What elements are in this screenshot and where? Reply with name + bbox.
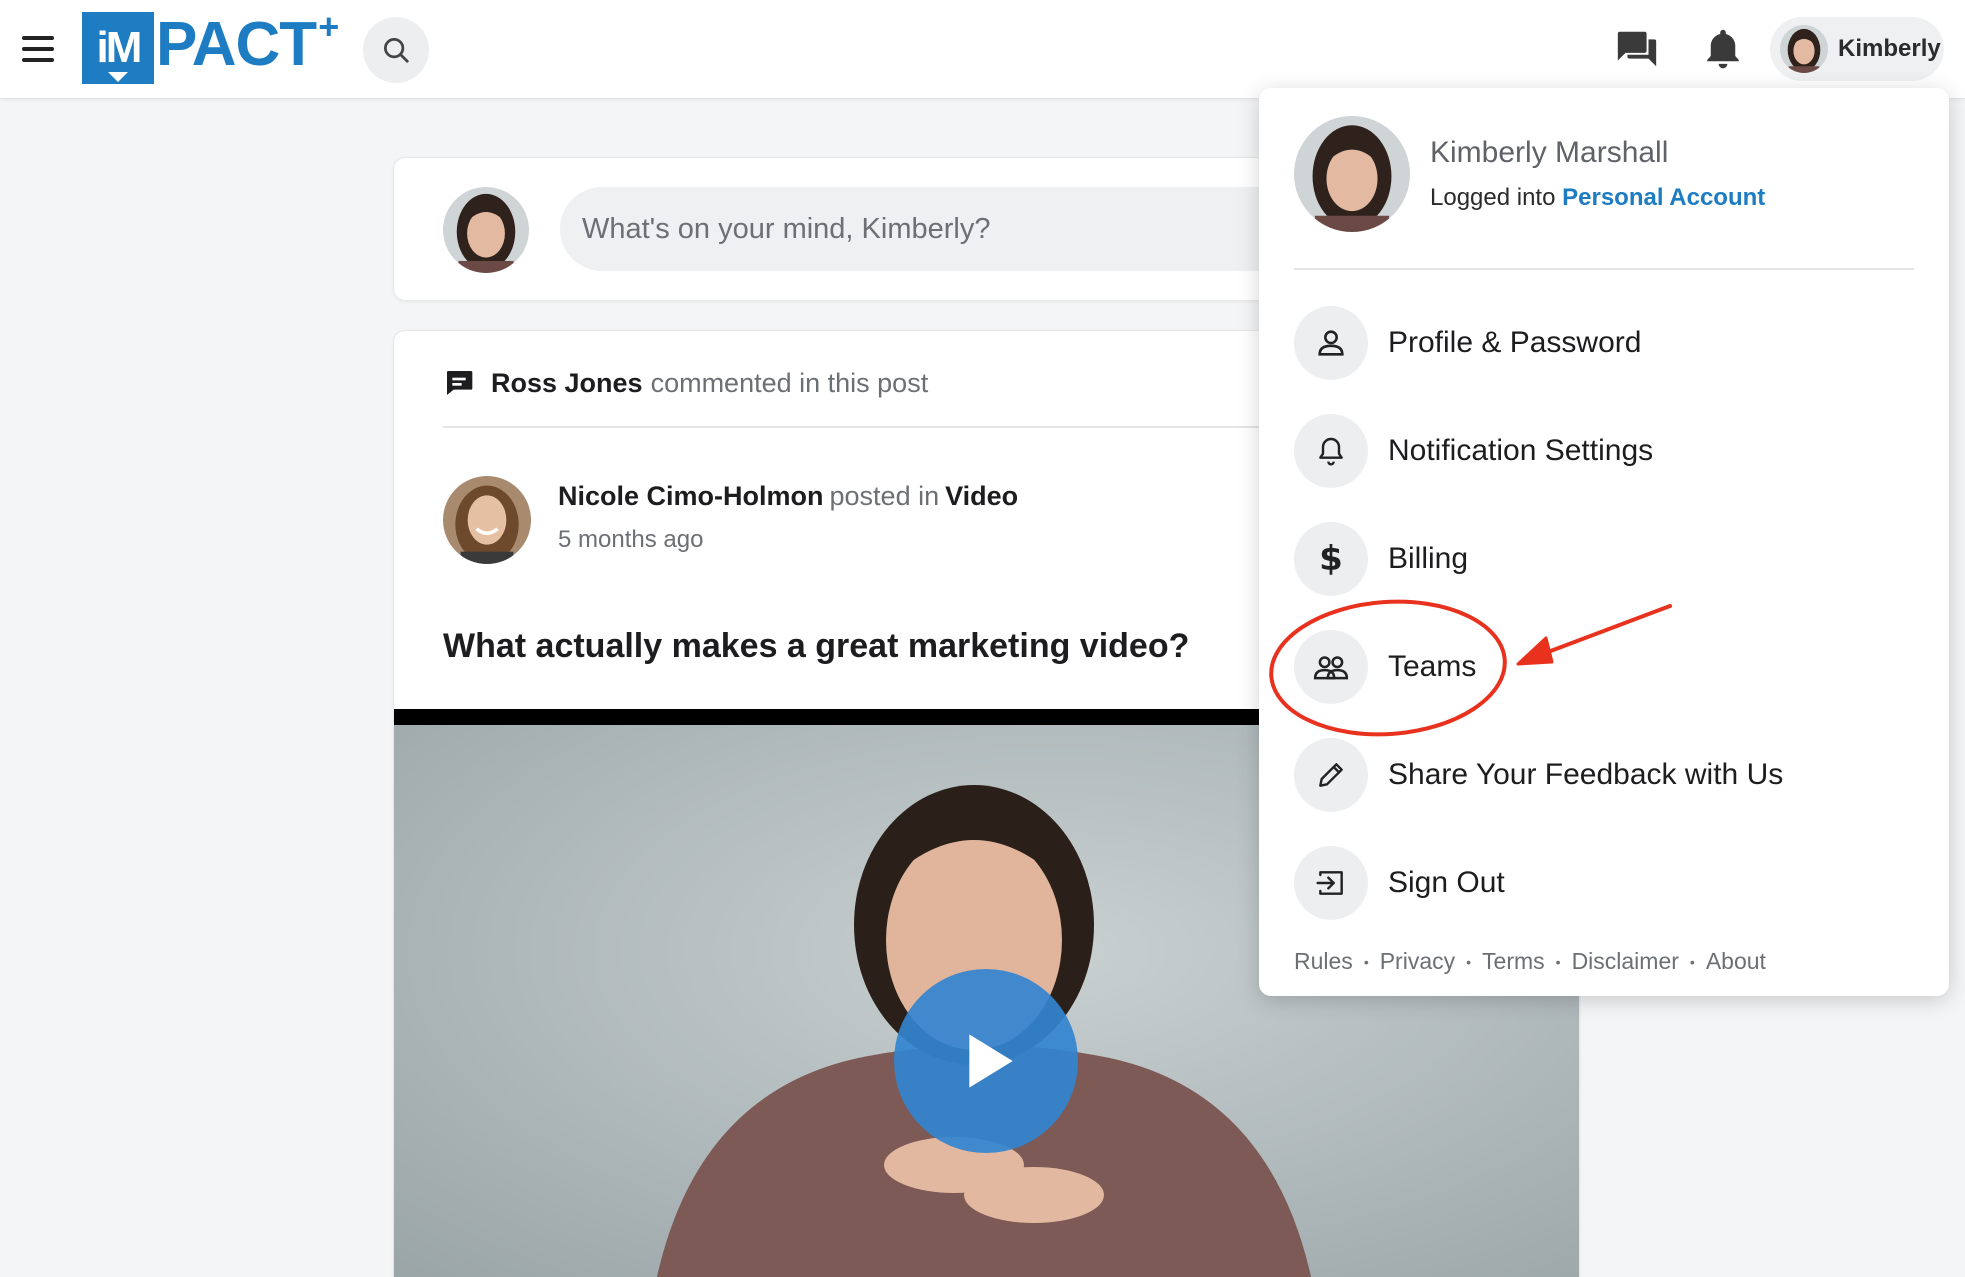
footer-link-terms[interactable]: Terms	[1482, 948, 1545, 975]
menu-item-billing[interactable]: $ Billing	[1294, 522, 1468, 596]
search-icon	[384, 38, 409, 63]
messages-button[interactable]	[1614, 26, 1660, 72]
post-timestamp[interactable]: 5 months ago	[558, 526, 703, 554]
menu-item-label: Sign Out	[1388, 866, 1505, 899]
activity-line: Ross Jones commented in this post	[443, 367, 928, 399]
pencil-icon	[1319, 763, 1343, 787]
feedback-icon-circle	[1294, 738, 1368, 812]
account-link[interactable]: Personal Account	[1562, 184, 1765, 211]
separator-dot: •	[1363, 953, 1369, 970]
footer-link-privacy[interactable]: Privacy	[1380, 948, 1455, 975]
bell-icon	[1707, 29, 1739, 69]
chat-icon	[1617, 31, 1657, 67]
sign-out-icon	[1316, 871, 1343, 895]
logo-wordmark: PACT	[156, 10, 317, 79]
footer-link-about[interactable]: About	[1706, 948, 1766, 975]
profile-icon-circle	[1294, 306, 1368, 380]
composer-avatar	[443, 187, 529, 273]
status-placeholder: What's on your mind, Kimberly?	[582, 212, 991, 245]
user-name: Kimberly	[1838, 35, 1941, 62]
user-avatar	[1780, 25, 1828, 73]
logged-into-text: Logged into	[1430, 184, 1556, 211]
top-bar: iM PACT + Kimberly	[0, 0, 1965, 99]
notifications-button[interactable]	[1702, 26, 1744, 72]
footer-link-rules[interactable]: Rules	[1294, 948, 1353, 975]
menu-item-label: Teams	[1388, 650, 1477, 683]
author-line: Nicole Cimo-Holmon posted in Video	[558, 481, 1018, 512]
dollar-icon: $	[1319, 539, 1343, 579]
activity-actor[interactable]: Ross Jones	[491, 368, 643, 399]
notification-icon-circle	[1294, 414, 1368, 488]
menu-item-sign-out[interactable]: Sign Out	[1294, 846, 1505, 920]
hamburger-menu-icon[interactable]	[20, 34, 58, 64]
posted-in-text: posted in	[829, 481, 940, 511]
footer-link-disclaimer[interactable]: Disclaimer	[1572, 948, 1679, 975]
menu-item-notification-settings[interactable]: Notification Settings	[1294, 414, 1653, 488]
menu-avatar	[1294, 116, 1410, 232]
billing-icon-circle: $	[1294, 522, 1368, 596]
bell-outline-icon	[1319, 437, 1343, 466]
menu-item-share-feedback[interactable]: Share Your Feedback with Us	[1294, 738, 1783, 812]
menu-item-label: Billing	[1388, 542, 1469, 575]
logo-mark: iM	[82, 12, 154, 84]
menu-item-teams[interactable]: Teams	[1294, 630, 1476, 704]
separator-dot: •	[1689, 953, 1695, 970]
author-name[interactable]: Nicole Cimo-Holmon	[558, 481, 824, 511]
separator-dot: •	[1555, 953, 1561, 970]
activity-verb: commented in this post	[650, 367, 929, 398]
comment-icon	[447, 371, 473, 395]
menu-item-label: Profile & Password	[1388, 326, 1642, 359]
sign-out-icon-circle	[1294, 846, 1368, 920]
teams-icon-circle	[1294, 630, 1368, 704]
menu-footer-links: Rules • Privacy • Terms • Disclaimer • A…	[1294, 948, 1766, 975]
menu-item-label: Notification Settings	[1388, 434, 1654, 467]
author-avatar[interactable]	[443, 476, 531, 564]
search-button[interactable]	[363, 17, 429, 83]
person-icon	[1318, 330, 1344, 356]
separator-dot: •	[1466, 953, 1472, 970]
menu-item-label: Share Your Feedback with Us	[1388, 758, 1784, 791]
menu-item-profile-password[interactable]: Profile & Password	[1294, 306, 1641, 380]
menu-login-line: Logged into Personal Account	[1430, 184, 1765, 212]
impact-logo[interactable]: iM PACT +	[82, 6, 339, 86]
user-menu-button[interactable]: Kimberly	[1770, 17, 1944, 81]
space-link[interactable]: Video	[945, 481, 1018, 511]
post-title[interactable]: What actually makes a great marketing vi…	[443, 627, 1189, 666]
play-icon	[969, 1034, 1013, 1088]
people-icon	[1313, 656, 1349, 680]
logo-plus: +	[318, 6, 340, 47]
user-dropdown-menu: Kimberly Marshall Logged into Personal A…	[1259, 88, 1949, 996]
menu-divider	[1294, 268, 1914, 270]
play-button[interactable]	[894, 969, 1078, 1153]
menu-full-name: Kimberly Marshall	[1430, 136, 1669, 169]
